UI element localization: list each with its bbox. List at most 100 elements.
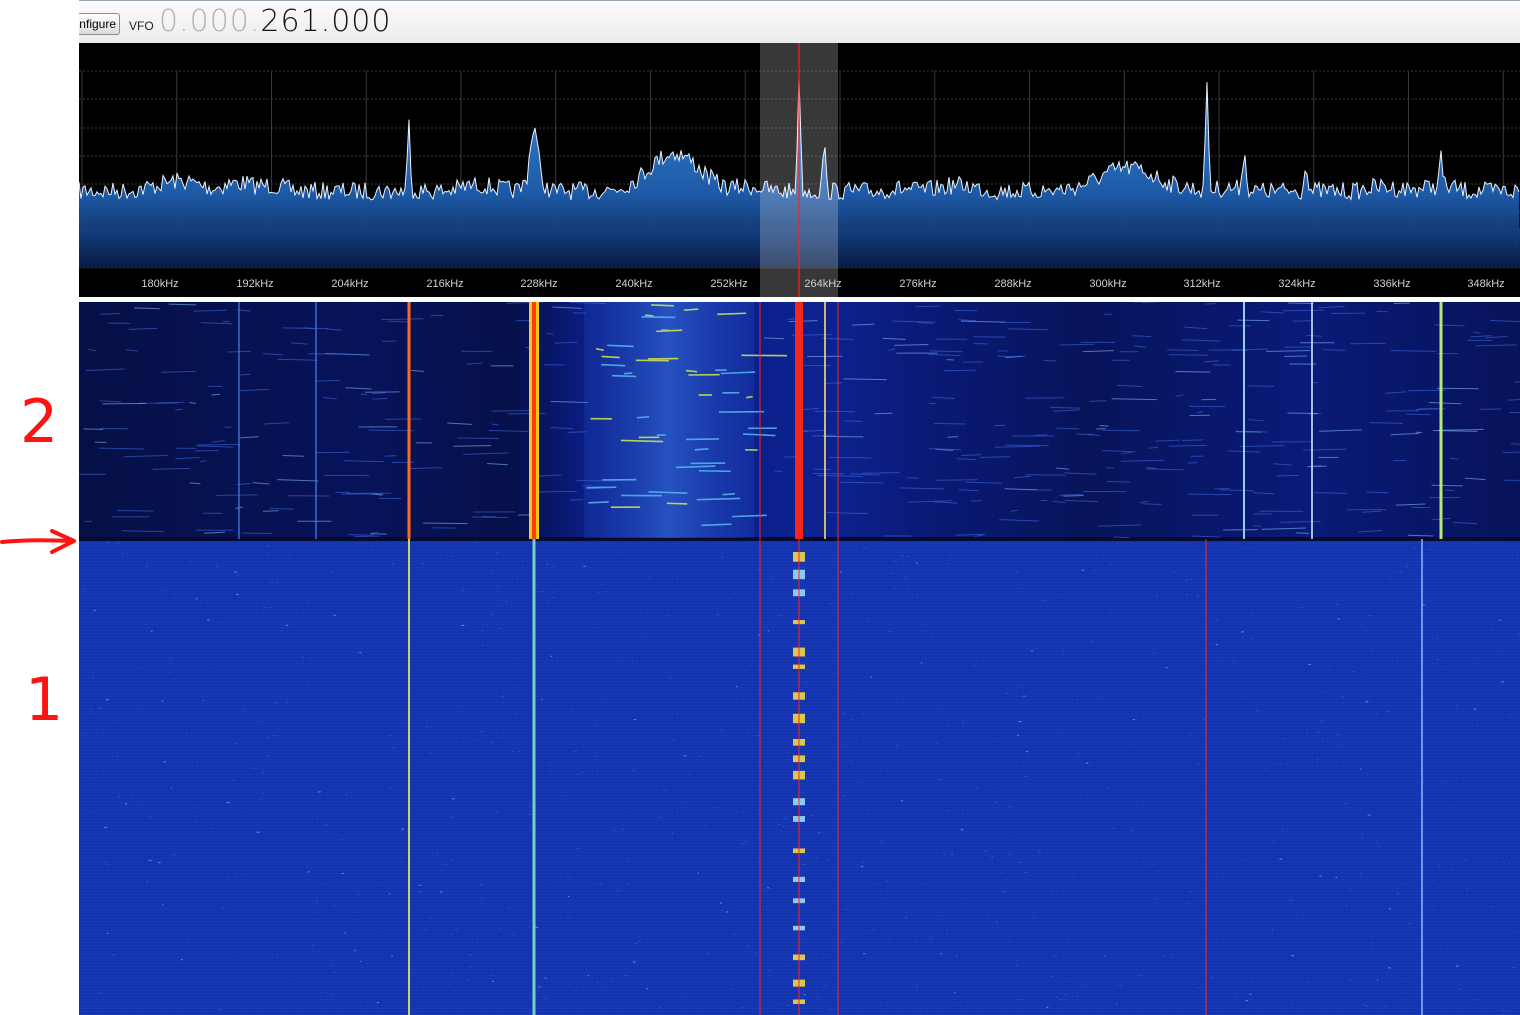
freq-label: 264kHz	[804, 278, 841, 290]
waterfall-speckle	[329, 571, 333, 573]
waterfall-streak	[1121, 451, 1132, 455]
waterfall-speckle	[1000, 872, 1003, 874]
waterfall-speckle	[677, 576, 679, 578]
waterfall-streak	[623, 372, 633, 375]
waterfall-streak	[958, 489, 979, 492]
waterfall-speckle	[1508, 862, 1511, 864]
arrow-right-icon	[0, 529, 76, 554]
waterfall-speckle	[892, 572, 895, 574]
waterfall-speckle	[1349, 979, 1352, 981]
waterfall-speckle	[315, 901, 318, 903]
waterfall-speckle	[647, 576, 650, 578]
waterfall-speckle	[422, 989, 425, 991]
waterfall-speckle	[1398, 572, 1402, 574]
vfo-frequency-display[interactable]: 0.000.261.000	[159, 5, 391, 39]
waterfall-speckle	[683, 802, 687, 804]
spectrum-plot[interactable]: 180kHz 192kHz 204kHz 216kHz 228kHz 240kH…	[78, 43, 1520, 297]
waterfall-speckle	[92, 810, 95, 812]
waterfall-speckle	[1473, 657, 1476, 659]
waterfall-speckle	[162, 904, 164, 906]
waterfall-speckle	[316, 818, 318, 820]
waterfall-speckle	[629, 807, 631, 809]
waterfall-speckle	[236, 574, 240, 576]
waterfall-streak	[343, 460, 385, 463]
waterfall-speckle	[92, 713, 95, 715]
waterfall-speckle	[206, 949, 208, 951]
spectrum-svg: 180kHz 192kHz 204kHz 216kHz 228kHz 240kH…	[78, 43, 1520, 297]
waterfall-streak	[1358, 530, 1382, 533]
waterfall-speckle	[958, 1004, 962, 1006]
waterfall-speckle	[1127, 743, 1129, 745]
waterfall-speckle	[744, 669, 747, 671]
waterfall-speckle	[550, 655, 553, 657]
freq-label: 300kHz	[1089, 278, 1126, 290]
waterfall-speckle	[306, 601, 309, 603]
waterfall-streak	[156, 401, 185, 404]
waterfall-speckle	[233, 959, 235, 961]
waterfall-speckle	[782, 826, 786, 828]
waterfall-speckle	[1082, 986, 1085, 988]
waterfall-speckle	[868, 620, 870, 622]
vfo-active-digits: 261.000	[260, 4, 392, 39]
waterfall-speckle	[1018, 862, 1022, 864]
waterfall-speckle	[1437, 887, 1440, 889]
waterfall-streak	[1415, 408, 1438, 411]
waterfall-speckle	[367, 1000, 370, 1002]
waterfall-speckle	[501, 696, 504, 698]
waterfall-streak	[196, 445, 234, 448]
waterfall-speckle	[320, 991, 322, 993]
waterfall-streak	[567, 431, 588, 433]
waterfall-speckle	[325, 824, 328, 826]
waterfall-speckle	[1413, 546, 1417, 548]
waterfall-speckle	[880, 769, 882, 771]
waterfall-streak	[189, 482, 201, 485]
waterfall-speckle	[754, 952, 757, 954]
waterfall-speckle	[541, 591, 544, 593]
waterfall-speckle	[1335, 766, 1337, 768]
waterfall-streak	[282, 454, 305, 457]
waterfall-display[interactable]	[79, 302, 1520, 1015]
waterfall-speckle	[1352, 670, 1355, 672]
waterfall-speckle	[919, 1008, 922, 1010]
freq-label: 312kHz	[1183, 278, 1220, 290]
waterfall-streak	[189, 402, 196, 405]
waterfall-streak	[1436, 387, 1479, 390]
waterfall-speckle	[675, 808, 678, 810]
waterfall-speckle	[667, 614, 670, 616]
waterfall-speckle	[253, 767, 257, 769]
waterfall-speckle	[1491, 628, 1494, 630]
waterfall-streak	[263, 510, 279, 512]
waterfall-streak	[1014, 475, 1031, 479]
waterfall-speckle	[491, 742, 494, 744]
waterfall-streak	[1132, 335, 1152, 338]
waterfall-speckle	[170, 787, 172, 789]
configure-button[interactable]: Configure	[79, 13, 120, 35]
waterfall-speckle	[199, 600, 202, 602]
waterfall-speckle	[1503, 861, 1506, 863]
waterfall-speckle	[221, 907, 225, 909]
waterfall-streak	[1395, 503, 1426, 506]
waterfall-streak	[488, 430, 529, 432]
waterfall-speckle	[391, 955, 393, 957]
waterfall-speckle	[577, 774, 581, 776]
waterfall-speckle	[574, 990, 577, 992]
waterfall-speckle	[631, 770, 635, 772]
waterfall-streak	[908, 500, 953, 503]
waterfall-speckle	[983, 850, 987, 852]
waterfall-speckle	[1396, 893, 1400, 895]
waterfall-streak	[1097, 524, 1141, 527]
waterfall-speckle	[1068, 980, 1071, 982]
waterfall-speckle	[102, 732, 104, 734]
waterfall-speckle	[1319, 875, 1322, 877]
waterfall-speckle	[1165, 667, 1168, 669]
waterfall-speckle	[1248, 547, 1250, 549]
waterfall-speckle	[888, 631, 891, 633]
waterfall-speckle	[1299, 607, 1303, 609]
waterfall-streak	[894, 343, 929, 346]
waterfall-streak	[995, 445, 1040, 448]
waterfall-speckle	[732, 934, 736, 936]
waterfall-speckle	[746, 945, 750, 947]
waterfall-speckle	[964, 893, 966, 895]
waterfall-speckle	[827, 859, 831, 861]
waterfall-streak	[447, 422, 472, 425]
